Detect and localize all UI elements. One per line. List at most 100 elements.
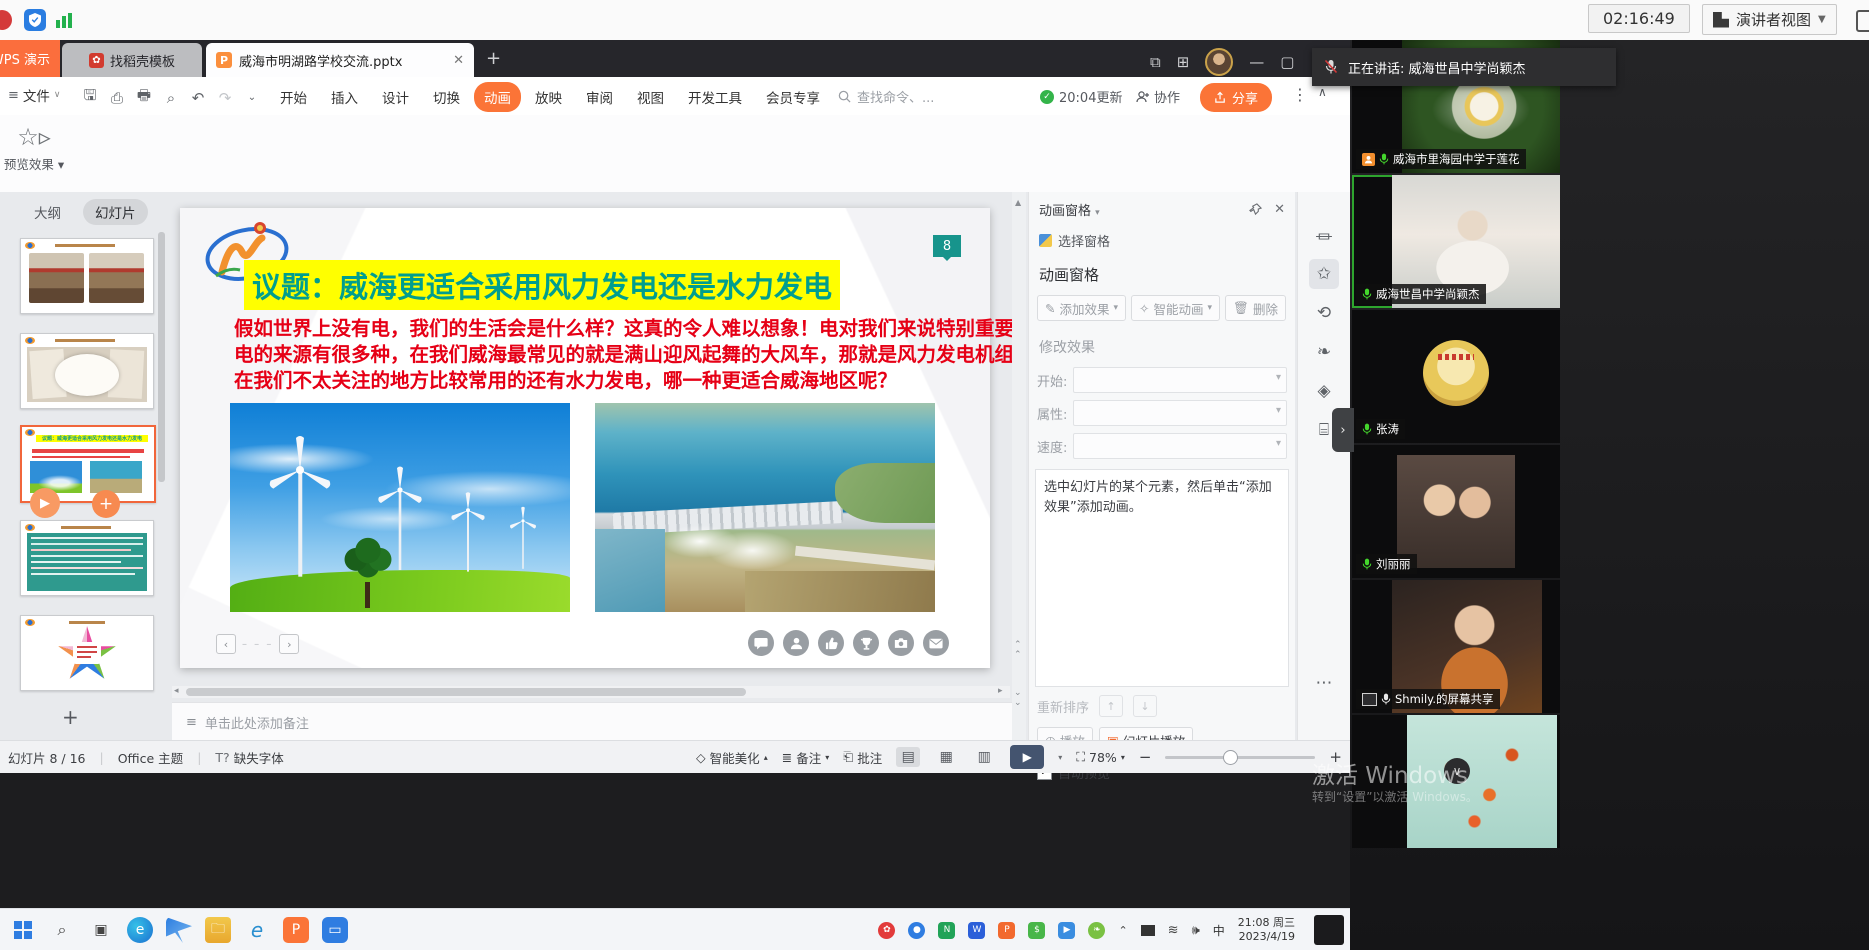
tune-slider-icon[interactable]: ⏛ [1309, 220, 1339, 250]
zoom-slider-thumb[interactable] [1223, 750, 1238, 765]
participant-tile-4[interactable]: 刘丽丽 [1352, 445, 1560, 578]
delete-effect-button[interactable]: 🗑删除 [1225, 295, 1286, 321]
undo-icon[interactable]: ↶ [186, 89, 210, 107]
save-icon[interactable]: 🖫 [78, 85, 102, 110]
participant-tile-3[interactable]: 张涛 [1352, 310, 1560, 443]
add-effect-button[interactable]: ✎添加效果▾ [1037, 295, 1126, 321]
person-icon[interactable] [783, 630, 809, 656]
tray-app2-icon[interactable]: ● [908, 922, 925, 939]
prev-slide-button[interactable]: ‹ [216, 634, 236, 654]
speed-select[interactable] [1073, 433, 1287, 459]
command-search[interactable]: 查找命令、... [838, 87, 934, 106]
tab-home[interactable]: 开始 [270, 82, 317, 112]
browser-arrow-icon[interactable] [166, 917, 192, 943]
zoom-fit-control[interactable]: ⛶78%▾ [1076, 749, 1125, 765]
loop-rotate-icon[interactable]: ⟲ [1309, 298, 1339, 328]
task-view-icon[interactable]: ▣ [88, 917, 114, 943]
slide-body-line3[interactable]: 在我们不太关注的地方比较常用的还有水力发电，哪一种更适合威海地区呢？ [234, 368, 897, 394]
slide-body-line2[interactable]: 电的来源有很多种，在我们威海最常见的就是满山迎风起舞的大风车，那就是风力发电机组… [234, 342, 1034, 368]
tray-app4-icon[interactable]: W [968, 922, 985, 939]
tray-app6-icon[interactable]: $ [1028, 922, 1045, 939]
redo-icon[interactable]: ↷ [213, 89, 237, 107]
next-slide-chevrons[interactable]: ⌄⌄ [1014, 688, 1022, 708]
tab-view[interactable]: 视图 [627, 82, 674, 112]
user-avatar[interactable] [1205, 48, 1233, 76]
tray-display-icon[interactable] [1141, 925, 1155, 936]
property-select[interactable] [1073, 400, 1287, 426]
slide-scroll-strip[interactable]: ▲ ⌃⌃ ⌄⌄ [1012, 192, 1026, 740]
minimize-icon[interactable]: — [1249, 53, 1264, 71]
h-scroll-thumb[interactable] [186, 688, 746, 696]
wifi-icon[interactable]: ≋ [1168, 923, 1179, 938]
customize-toolbar-icon[interactable]: ⌄ [240, 92, 264, 103]
slideshow-play-button[interactable]: ▶ [1010, 745, 1044, 769]
file-explorer-icon[interactable]: 🗀 [205, 917, 231, 943]
clock[interactable]: 21:08 周三 2023/4/19 [1238, 916, 1301, 944]
next-slide-button[interactable]: › [279, 634, 299, 654]
comment-icon[interactable] [748, 630, 774, 656]
more-menu-icon[interactable]: ⋮ [1292, 85, 1308, 104]
trophy-icon[interactable] [853, 630, 879, 656]
tab-wps-app[interactable]: WPS 演示 [0, 40, 60, 77]
navigation-icon[interactable]: ◈ [1309, 376, 1339, 406]
notes-bar[interactable]: ≡ 单击此处添加备注 [172, 702, 1012, 741]
grid-view-icon[interactable]: ▦ [934, 747, 958, 767]
fullscreen-icon[interactable] [1856, 10, 1869, 32]
tab-outline[interactable]: 大纲 [22, 199, 73, 225]
scroll-right-icon[interactable]: ▸ [998, 686, 1003, 696]
tab-store[interactable]: ✿ 找稻壳模板 [62, 43, 202, 77]
edge-browser-icon[interactable]: e [127, 917, 153, 943]
ime-indicator[interactable]: 中 [1213, 922, 1225, 939]
tab-insert[interactable]: 插入 [321, 82, 368, 112]
tray-expand-icon[interactable]: ⌃ [1118, 924, 1127, 937]
tray-app7-icon[interactable]: ▶ [1058, 922, 1075, 939]
slide-body-line1[interactable]: 假如世界上没有电，我们的生活会是什么样？这真的令人难以想象！电对我们来说特别重要… [234, 316, 1034, 342]
new-slide-button[interactable]: + [92, 490, 120, 518]
start-button[interactable] [10, 917, 36, 943]
find-icon[interactable]: ⌕ [159, 89, 183, 107]
camera-icon[interactable] [888, 630, 914, 656]
ie-browser-icon[interactable]: e [244, 917, 270, 943]
notes-toggle-button[interactable]: ≣备注▾ [782, 748, 830, 767]
zoom-slider[interactable] [1165, 756, 1315, 759]
share-button[interactable]: 分享 [1200, 83, 1272, 112]
slide-thumbnail-5[interactable] [20, 615, 154, 691]
slide-thumbnail-2[interactable] [20, 333, 154, 409]
output-icon[interactable]: ⎙ [105, 89, 129, 107]
record-icon[interactable] [0, 10, 12, 30]
start-select[interactable] [1073, 367, 1287, 393]
beautify-icon[interactable]: ❧ [1309, 337, 1339, 367]
presenter-view-button[interactable]: 演讲者视图 ▼ [1702, 4, 1837, 35]
scroll-up-icon[interactable]: ▲ [1015, 198, 1021, 207]
tab-slides[interactable]: 幻灯片 [83, 199, 148, 225]
tab-document[interactable]: P 威海市明湖路学校交流.pptx ✕ [206, 43, 474, 77]
zoom-out-icon[interactable]: − [1139, 748, 1152, 766]
reading-view-icon[interactable]: ▥ [972, 747, 996, 767]
theme-label[interactable]: Office 主题 [118, 748, 183, 767]
close-pane-icon[interactable]: ✕ [1274, 202, 1285, 217]
taskbar-search-icon[interactable]: ⌕ [49, 917, 75, 943]
slide-thumbnail-1[interactable] [20, 238, 154, 314]
tab-slideshow[interactable]: 放映 [525, 82, 572, 112]
hydro-dam-image[interactable] [595, 403, 935, 612]
slide-thumbnail-4[interactable] [20, 520, 154, 596]
file-menu[interactable]: ≡ 文件 ∨ [8, 85, 61, 105]
add-slide-button[interactable]: + [62, 705, 79, 729]
tray-app1-icon[interactable]: ✿ [878, 922, 895, 939]
smart-animation-pane-button[interactable]: ✧智能动画▾ [1131, 295, 1220, 321]
notification-center-icon[interactable] [1314, 915, 1344, 945]
tab-devtools[interactable]: 开发工具 [678, 82, 752, 112]
pane-header[interactable]: 动画窗格 ▾ [1039, 200, 1100, 219]
single-window-icon[interactable]: ⧉ [1150, 53, 1161, 71]
tab-animation[interactable]: 动画 [474, 82, 521, 112]
grid-windows-icon[interactable]: ⊞ [1177, 53, 1190, 71]
mail-icon[interactable] [923, 630, 949, 656]
more-tools-icon[interactable]: ⋯ [1309, 668, 1339, 698]
tray-app8-icon[interactable]: ❧ [1088, 922, 1105, 939]
print-icon[interactable]: 🖶 [132, 85, 156, 110]
sidebar-scrollbar[interactable] [158, 232, 165, 482]
prev-slide-chevrons[interactable]: ⌃⌃ [1014, 640, 1020, 660]
close-tab-icon[interactable]: ✕ [453, 53, 464, 68]
preview-effect-button[interactable]: ☆▹ 预览效果 ▾ [2, 123, 66, 173]
tab-membership[interactable]: 会员专享 [756, 82, 830, 112]
